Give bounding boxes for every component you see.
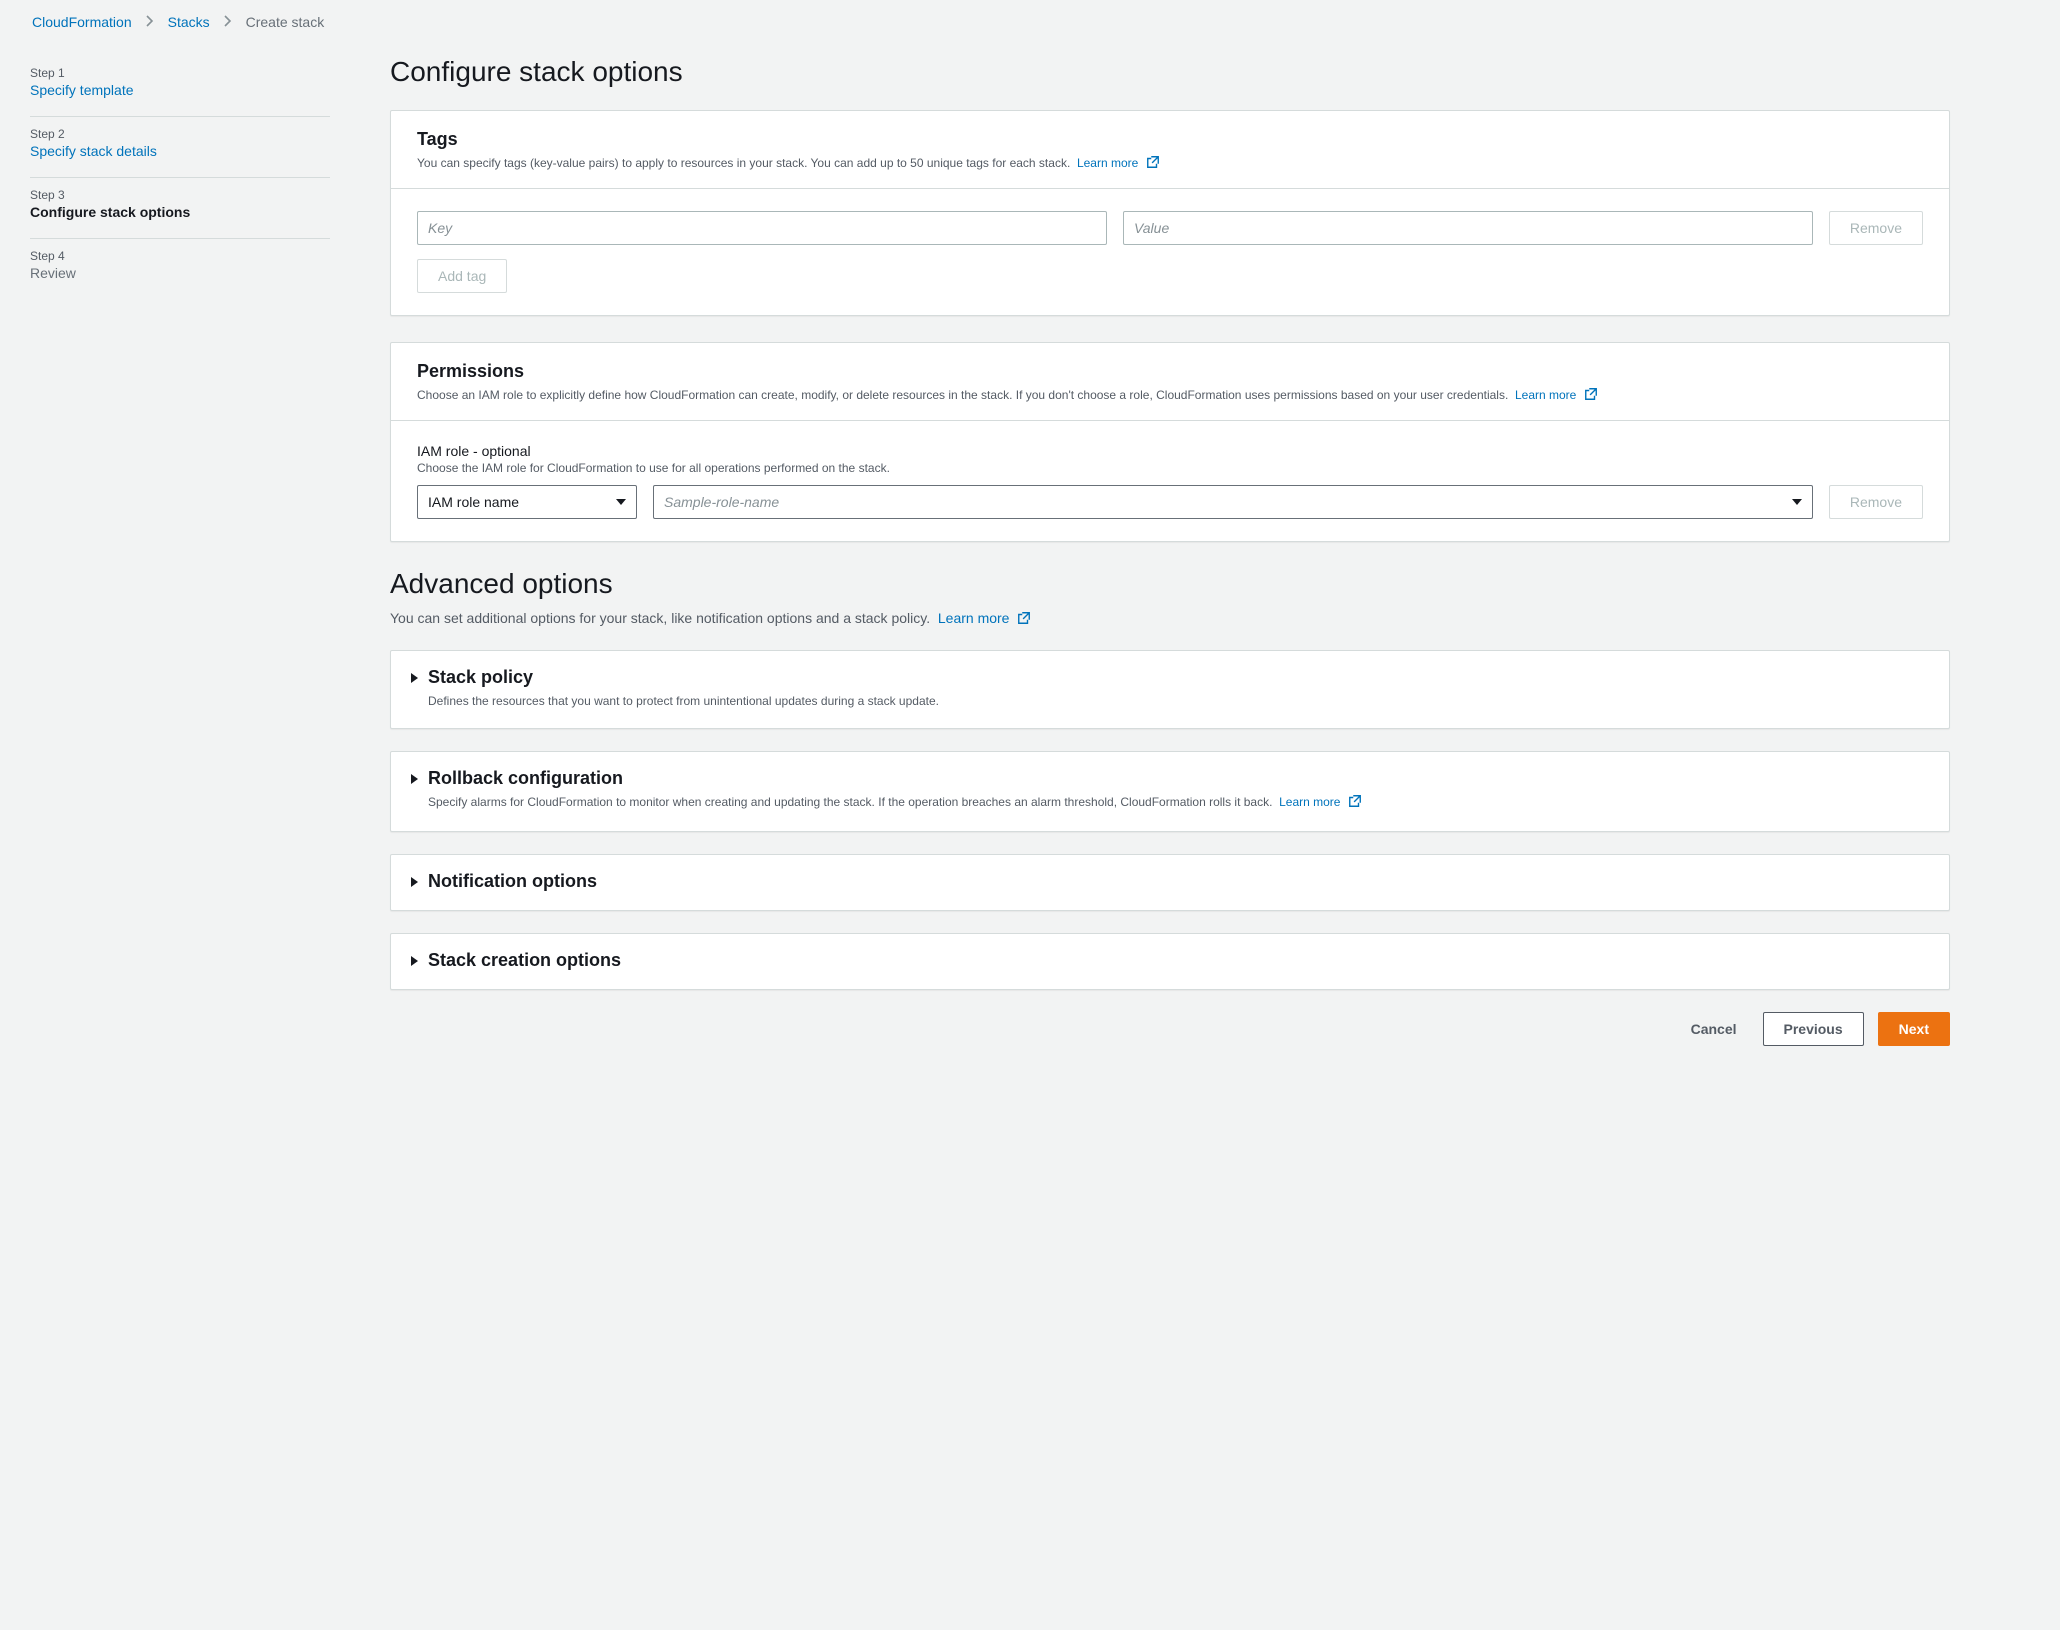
breadcrumb-stacks[interactable]: Stacks (168, 14, 210, 30)
breadcrumb: CloudFormation Stacks Create stack (30, 14, 2030, 30)
permissions-panel: Permissions Choose an IAM role to explic… (390, 342, 1950, 542)
expander-notification-options[interactable]: Notification options (390, 854, 1950, 911)
caret-right-icon (411, 956, 418, 966)
tag-key-input[interactable] (417, 211, 1107, 245)
select-value: IAM role name (428, 494, 519, 510)
tags-description: You can specify tags (key-value pairs) t… (417, 154, 1923, 174)
step-number: Step 1 (30, 66, 330, 80)
step-number: Step 3 (30, 188, 330, 202)
iam-role-label: IAM role - optional (417, 443, 1923, 459)
advanced-description: You can set additional options for your … (390, 610, 1950, 628)
previous-button[interactable]: Previous (1763, 1012, 1864, 1046)
expander-title: Notification options (428, 871, 597, 892)
caret-right-icon (411, 877, 418, 887)
permissions-description: Choose an IAM role to explicitly define … (417, 386, 1923, 406)
breadcrumb-current: Create stack (246, 14, 325, 30)
iam-role-hint: Choose the IAM role for CloudFormation t… (417, 461, 1923, 475)
cancel-button[interactable]: Cancel (1679, 1012, 1749, 1046)
advanced-learn-more-link[interactable]: Learn more (938, 610, 1031, 626)
expander-rollback-configuration[interactable]: Rollback configuration Specify alarms fo… (390, 751, 1950, 832)
external-link-icon (1348, 797, 1362, 811)
tag-row: Remove (417, 211, 1923, 245)
step-title: Specify stack details (30, 143, 330, 159)
expander-title: Stack policy (428, 667, 939, 688)
permissions-heading: Permissions (417, 361, 1923, 382)
page-title: Configure stack options (390, 56, 1950, 88)
external-link-icon (1017, 612, 1031, 628)
wizard-steps: Step 1 Specify template Step 2 Specify s… (30, 56, 330, 1046)
expander-desc: Specify alarms for CloudFormation to mon… (428, 793, 1362, 813)
chevron-down-icon (616, 499, 626, 505)
chevron-right-icon (146, 14, 154, 30)
remove-tag-button: Remove (1829, 211, 1923, 245)
remove-role-button: Remove (1829, 485, 1923, 519)
tags-panel: Tags You can specify tags (key-value pai… (390, 110, 1950, 316)
permissions-learn-more-link[interactable]: Learn more (1515, 388, 1598, 402)
advanced-heading: Advanced options (390, 568, 1950, 600)
step-title: Specify template (30, 82, 330, 98)
expander-title: Stack creation options (428, 950, 621, 971)
breadcrumb-cloudformation[interactable]: CloudFormation (32, 14, 132, 30)
wizard-step-2[interactable]: Step 2 Specify stack details (30, 117, 330, 178)
step-number: Step 4 (30, 249, 330, 263)
wizard-step-4: Step 4 Review (30, 239, 330, 299)
tag-value-input[interactable] (1123, 211, 1813, 245)
wizard-footer: Cancel Previous Next (390, 1012, 1950, 1046)
step-number: Step 2 (30, 127, 330, 141)
step-title: Review (30, 265, 330, 281)
expander-title: Rollback configuration (428, 768, 1362, 789)
chevron-down-icon (1792, 499, 1802, 505)
select-placeholder: Sample-role-name (664, 494, 779, 510)
caret-right-icon (411, 673, 418, 683)
rollback-learn-more-link[interactable]: Learn more (1279, 795, 1362, 809)
external-link-icon (1584, 390, 1598, 404)
expander-desc: Defines the resources that you want to p… (428, 692, 939, 710)
wizard-step-1[interactable]: Step 1 Specify template (30, 56, 330, 117)
wizard-step-3: Step 3 Configure stack options (30, 178, 330, 239)
tags-learn-more-link[interactable]: Learn more (1077, 156, 1160, 170)
caret-right-icon (411, 774, 418, 784)
iam-role-name-select[interactable]: Sample-role-name (653, 485, 1813, 519)
expander-stack-policy[interactable]: Stack policy Defines the resources that … (390, 650, 1950, 729)
tags-heading: Tags (417, 129, 1923, 150)
external-link-icon (1146, 158, 1160, 172)
next-button[interactable]: Next (1878, 1012, 1950, 1046)
expander-stack-creation-options[interactable]: Stack creation options (390, 933, 1950, 990)
iam-role-type-select[interactable]: IAM role name (417, 485, 637, 519)
add-tag-button: Add tag (417, 259, 507, 293)
step-title: Configure stack options (30, 204, 330, 220)
chevron-right-icon (224, 14, 232, 30)
